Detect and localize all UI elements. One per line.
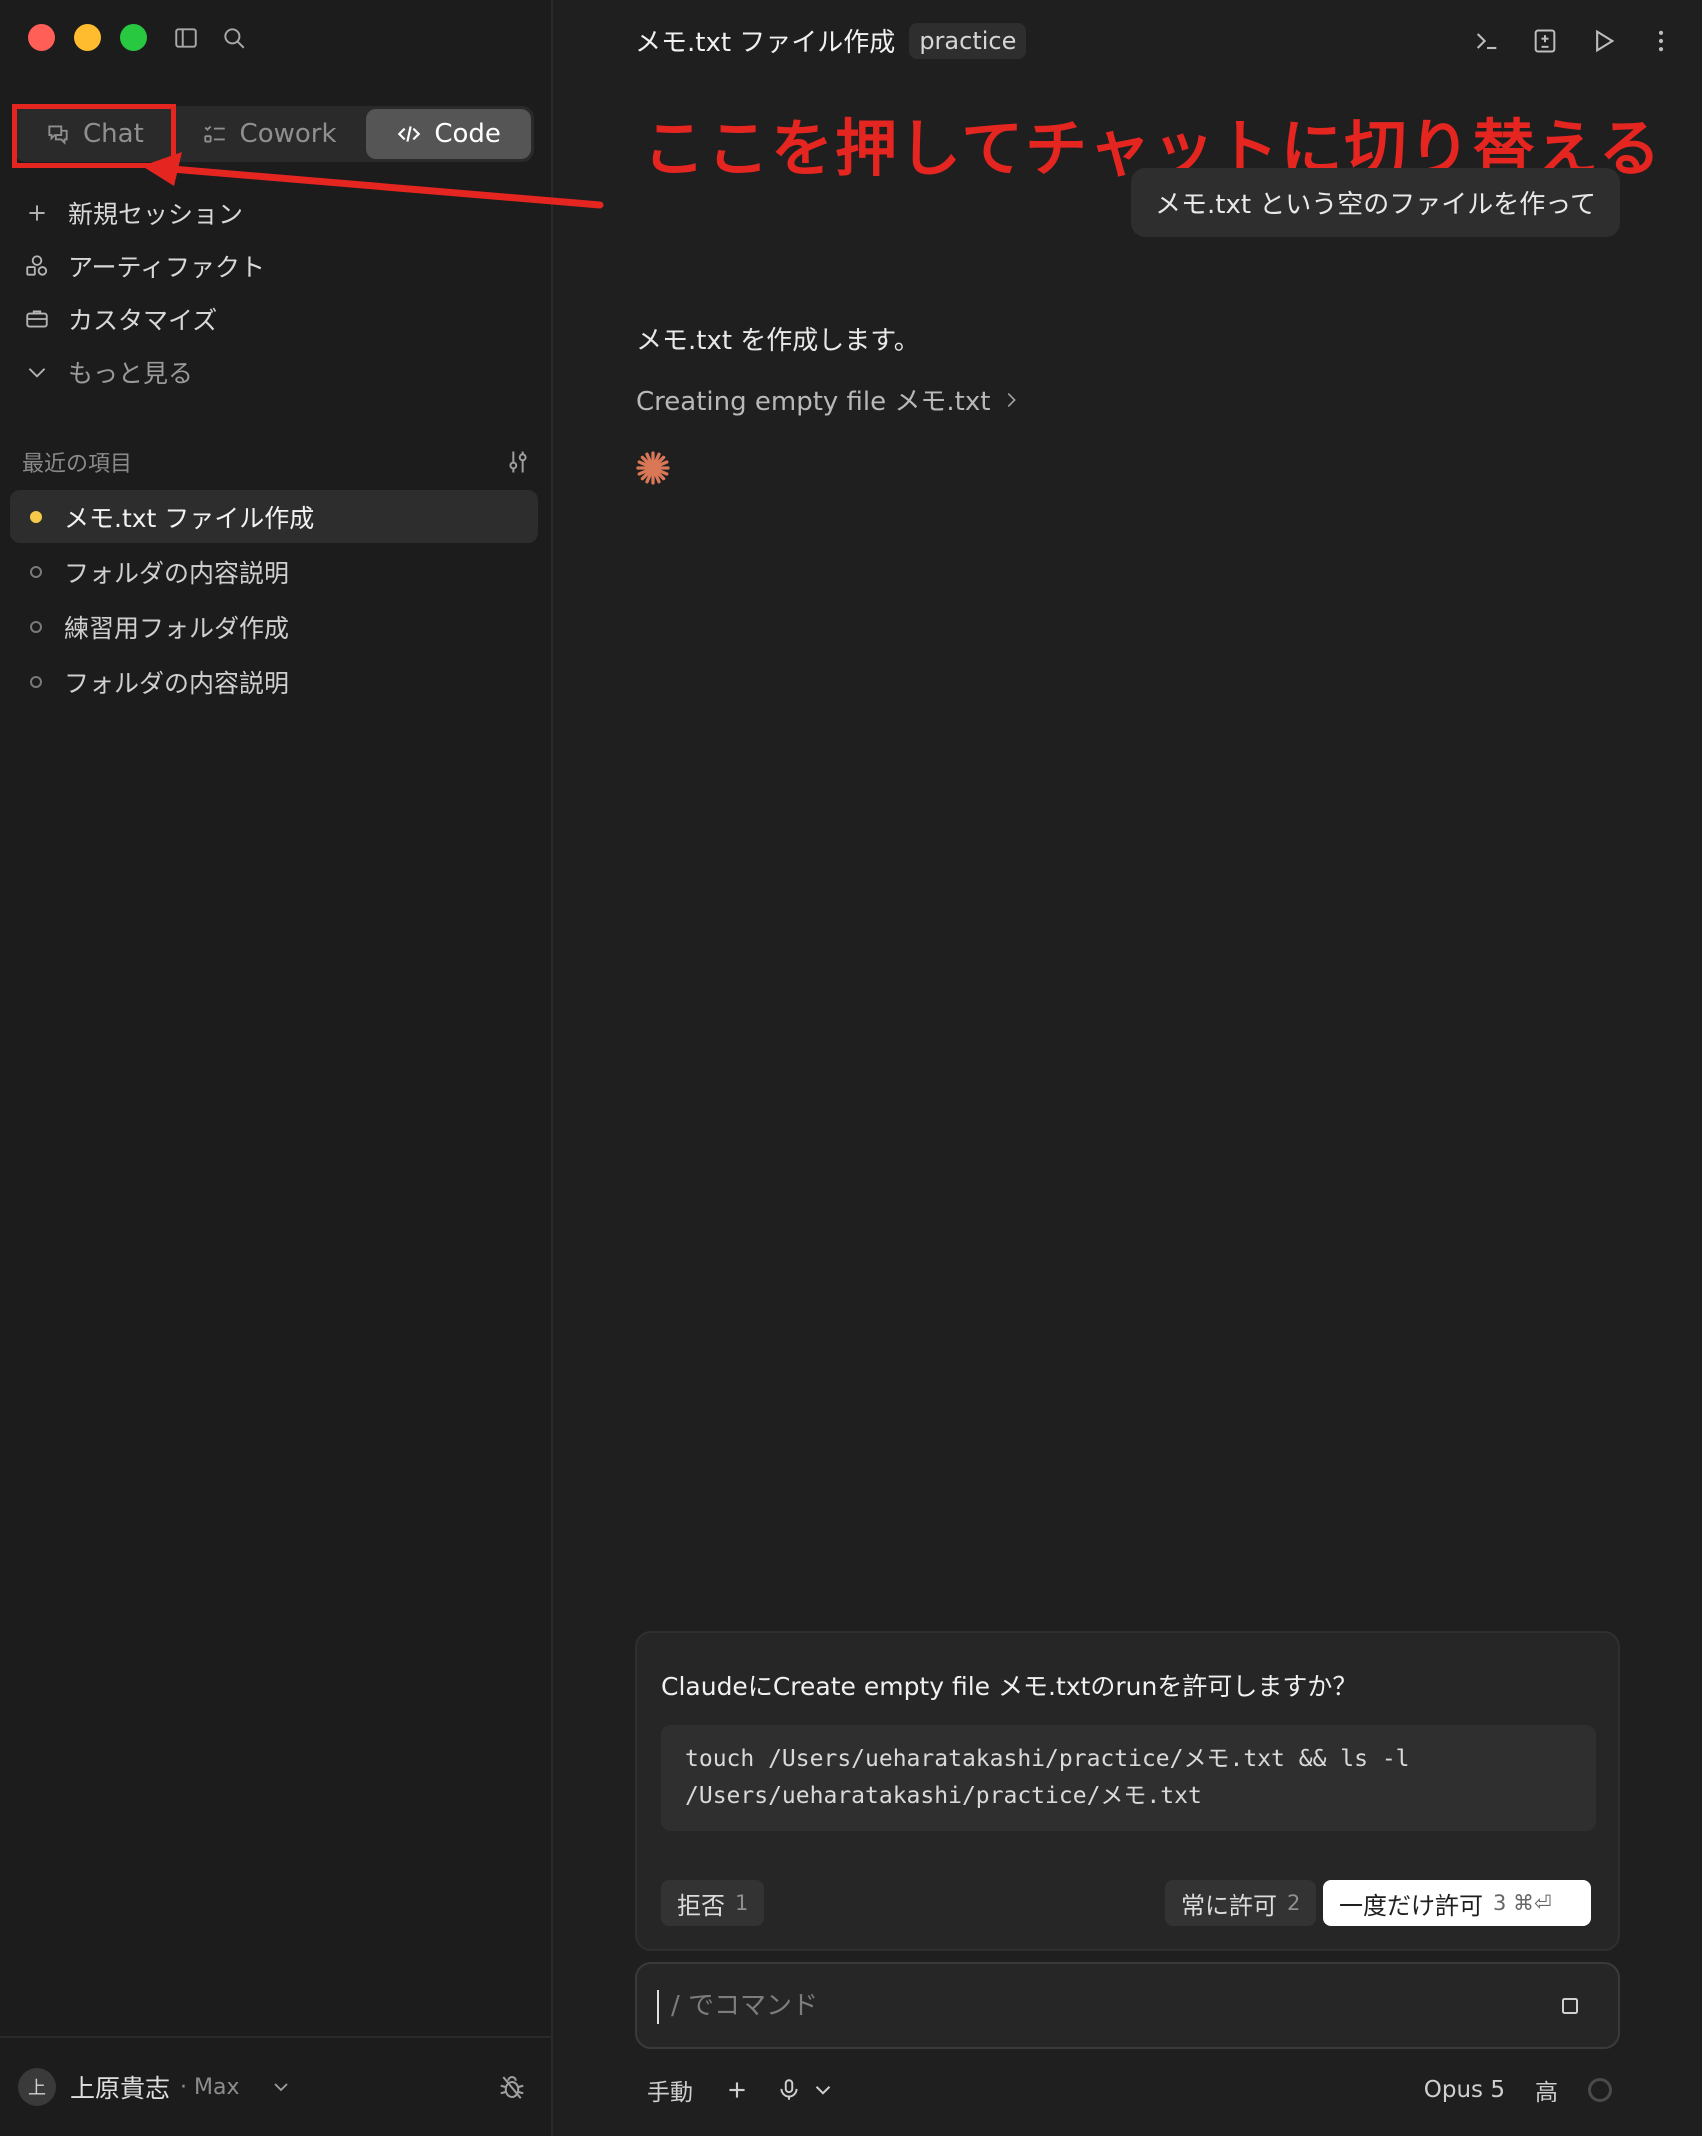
command-preview: touch /Users/ueharatakashi/practice/メモ.t… — [661, 1725, 1596, 1831]
recent-item[interactable]: メモ.txt ファイル作成 — [10, 490, 538, 543]
prompt-input[interactable] — [671, 1986, 1511, 2026]
account-footer[interactable]: 上 上原貴志 · Max — [0, 2036, 551, 2136]
context-usage-indicator — [1588, 2078, 1612, 2102]
recent-title: 最近の項目 — [22, 452, 133, 477]
deny-button[interactable]: 拒否 1 — [661, 1880, 765, 1926]
project-badge[interactable]: practice — [909, 22, 1027, 59]
effort-selector[interactable]: 高 — [1535, 2073, 1558, 2107]
model-selector[interactable]: Opus 5 — [1424, 2077, 1505, 2103]
always-allow-button[interactable]: 常に許可 2 — [1165, 1880, 1317, 1926]
window-controls — [28, 24, 147, 51]
status-dot — [30, 510, 42, 523]
nav-more[interactable]: もっと見る — [0, 345, 553, 398]
model-controls: Opus 5 高 — [1424, 2073, 1612, 2107]
recent-item-label: 練習用フォルダ作成 — [64, 613, 290, 643]
more-vertical-icon[interactable] — [1644, 24, 1678, 58]
nav-artifacts[interactable]: アーティファクト — [0, 239, 553, 292]
toggle-sidebar-icon[interactable] — [170, 22, 202, 54]
microphone-icon[interactable] — [775, 2076, 803, 2104]
chevron-right-icon — [1008, 392, 1017, 407]
command-line: /Users/ueharatakashi/practice/メモ.txt — [685, 1783, 1202, 1809]
header-actions — [1470, 24, 1678, 58]
bug-icon[interactable] — [497, 2072, 527, 2102]
search-icon[interactable] — [218, 22, 250, 54]
chevron-down-icon[interactable] — [269, 2075, 293, 2099]
session-title[interactable]: メモ.txt ファイル作成 — [635, 22, 895, 59]
stop-square-icon — [1562, 1998, 1578, 2014]
sidebar: Chat Cowork Code 新規セッション アーティファクト カスタマイズ… — [0, 0, 553, 2136]
chat-bubble-icon — [48, 125, 68, 145]
status-dot — [30, 675, 42, 688]
annotation-arrow — [142, 152, 604, 209]
minimize-window-button[interactable] — [74, 24, 101, 51]
status-dot — [30, 565, 42, 578]
permission-mode-button[interactable]: 手動 — [647, 2073, 693, 2107]
composer-toolbar: 手動 Opus 5 高 — [647, 2070, 1612, 2110]
deny-label: 拒否 — [677, 1891, 725, 1920]
terminal-icon[interactable] — [1470, 24, 1504, 58]
recent-item[interactable]: フォルダの内容説明 — [10, 545, 538, 598]
chevron-down-icon[interactable] — [809, 2076, 837, 2104]
command-line: touch /Users/ueharatakashi/practice/メモ.t… — [685, 1746, 1410, 1772]
status-dot — [30, 620, 42, 633]
nav-artifacts-label: アーティファクト — [68, 252, 266, 282]
maximize-window-button[interactable] — [120, 24, 147, 51]
mode-chat-label: Chat — [83, 119, 144, 149]
add-attachment-button[interactable] — [723, 2076, 751, 2104]
permission-dialog: ClaudeにCreate empty file メモ.txtのrunを許可しま… — [635, 1631, 1620, 1951]
user-message: メモ.txt という空のファイルを作って — [1130, 168, 1620, 237]
tool-call-line[interactable]: Creating empty file メモ.txt — [636, 381, 1022, 418]
thinking-spinner-icon — [636, 451, 670, 485]
recent-item-label: メモ.txt ファイル作成 — [64, 503, 315, 533]
code-brackets-icon — [398, 126, 421, 142]
tool-call-label: Creating empty file メモ.txt — [636, 387, 991, 417]
allow-once-label: 一度だけ許可 — [1339, 1891, 1483, 1920]
diff-icon[interactable] — [1528, 24, 1562, 58]
close-window-button[interactable] — [28, 24, 55, 51]
allow-once-shortcut: 3 ⌘⏎ — [1493, 1891, 1552, 1915]
recent-item-label: フォルダの内容説明 — [64, 558, 290, 588]
mode-code-label: Code — [434, 119, 501, 149]
recent-header: 最近の項目 — [22, 446, 532, 478]
plus-icon — [29, 204, 45, 221]
stop-button[interactable] — [1552, 1988, 1588, 2024]
user-name: 上原貴志 — [70, 2074, 171, 2103]
avatar: 上 — [18, 2068, 56, 2106]
plus-icon — [729, 2082, 745, 2098]
mode-cowork-label: Cowork — [239, 119, 337, 149]
nav-customize[interactable]: カスタマイズ — [0, 292, 553, 345]
deny-shortcut: 1 — [735, 1891, 749, 1915]
main-panel: メモ.txt ファイル作成 practice ここを押してチャットに切り替える … — [555, 0, 1702, 2136]
text-caret — [657, 1990, 659, 2024]
recent-list: メモ.txt ファイル作成 フォルダの内容説明 練習用フォルダ作成 フォルダの内… — [10, 490, 538, 710]
recent-item[interactable]: フォルダの内容説明 — [10, 655, 538, 708]
recent-item[interactable]: 練習用フォルダ作成 — [10, 600, 538, 653]
shapes-icon — [26, 254, 48, 276]
always-allow-label: 常に許可 — [1181, 1891, 1277, 1920]
chevron-down-icon — [28, 367, 46, 378]
briefcase-icon — [26, 309, 48, 328]
play-icon[interactable] — [1586, 24, 1620, 58]
nav-customize-label: カスタマイズ — [68, 305, 218, 335]
permission-question: ClaudeにCreate empty file メモ.txtのrunを許可しま… — [661, 1672, 1358, 1701]
checklist-icon — [203, 125, 225, 143]
composer — [635, 1962, 1620, 2049]
user-plan: · Max — [180, 2074, 240, 2100]
session-header: メモ.txt ファイル作成 practice — [635, 22, 1027, 59]
always-allow-shortcut: 2 — [1287, 1891, 1301, 1915]
nav-more-label: もっと見る — [68, 358, 194, 388]
recent-item-label: フォルダの内容説明 — [64, 668, 290, 698]
allow-once-button[interactable]: 一度だけ許可 3 ⌘⏎ — [1323, 1880, 1591, 1926]
filter-sliders-icon[interactable] — [504, 448, 532, 476]
assistant-message: メモ.txt を作成します。 — [636, 326, 920, 356]
